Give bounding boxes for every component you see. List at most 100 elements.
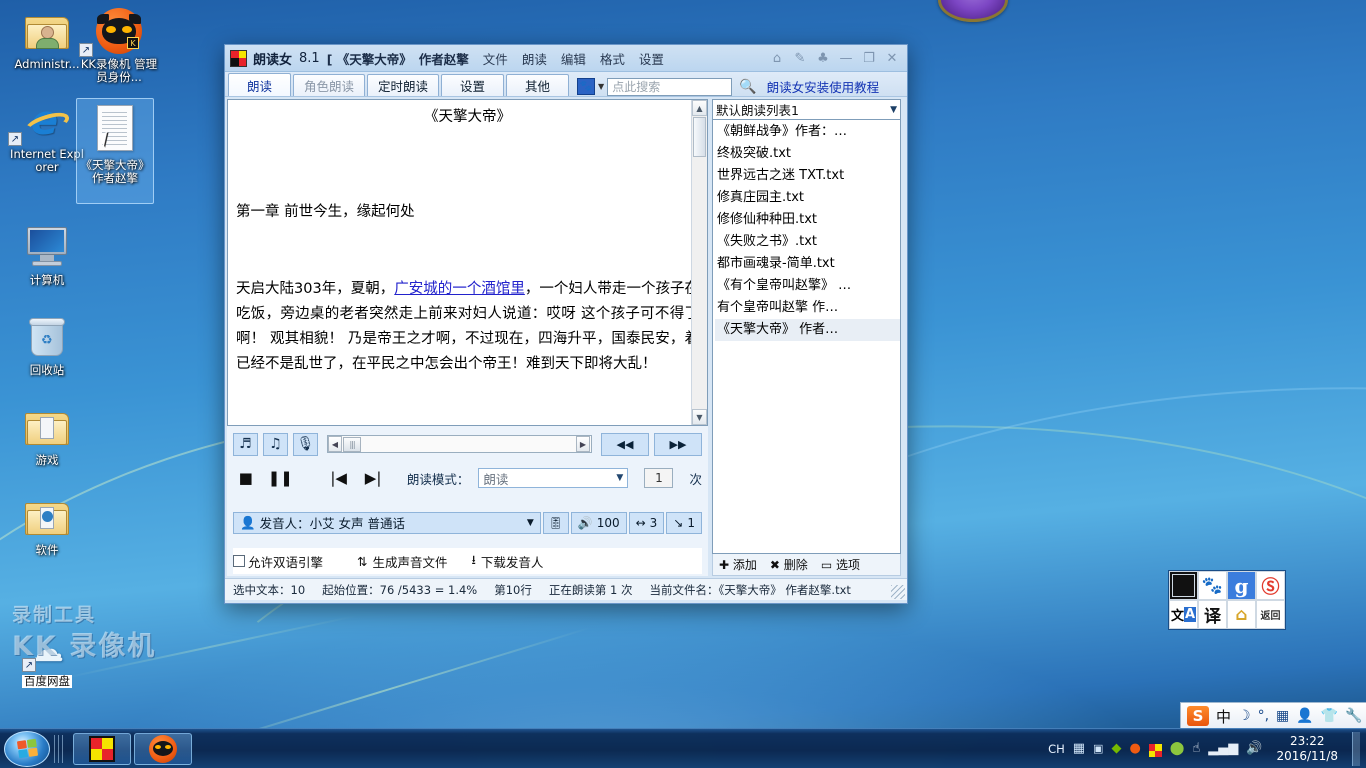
add-button[interactable]: ✚ 添加 xyxy=(719,556,757,573)
download-voice-button[interactable]: ⭳ 下载发音人 xyxy=(472,551,544,572)
tray-clipboard-icon[interactable]: ☝ xyxy=(1192,741,1200,756)
search-area[interactable]: 🐾 ▼ 点此搜索 🔍 朗读女安装使用教程 xyxy=(577,77,879,96)
menu-item-edit[interactable]: 编辑 xyxy=(561,49,586,68)
desktop-icon-baidu-netdisk[interactable]: ☁ ↗ 百度网盘 xyxy=(8,630,86,689)
list-item[interactable]: 终极突破.txt xyxy=(715,143,900,165)
moon-icon[interactable]: ☽ xyxy=(1238,708,1251,724)
list-item[interactable]: 修修仙种种田.txt xyxy=(715,209,900,231)
chevron-down-icon[interactable]: ▼ xyxy=(598,82,604,91)
read-mode-select[interactable]: 朗读 ▼ xyxy=(478,468,629,488)
tray-keyboard-icon[interactable]: ▦ xyxy=(1073,741,1085,756)
resize-grip[interactable] xyxy=(891,585,905,599)
music-file-button[interactable]: ♫ xyxy=(263,432,288,456)
list-item[interactable]: 都市画魂录-简单.txt xyxy=(715,253,900,275)
back-tile[interactable]: 返回 xyxy=(1256,600,1285,629)
desktop-icon-recycle-bin[interactable]: ♻ 回收站 xyxy=(8,312,86,377)
voice-select[interactable]: 👤 发音人：小艾 女声 普通话 ▼ xyxy=(233,511,541,534)
microphone-button[interactable]: 🎙 xyxy=(293,432,318,456)
pause-button[interactable]: ❚❚ xyxy=(267,466,293,490)
list-item[interactable]: 修真庄园主.txt xyxy=(715,187,900,209)
taskbar-kk-recorder[interactable] xyxy=(134,732,192,765)
volume-control[interactable]: 🔊 100 xyxy=(570,511,627,534)
langduwomen-window[interactable]: 朗读女 8.1 [ 《天擎大帝》 作者赵擎 文件 朗读 编辑 格式 设置 ⌂ ✎… xyxy=(224,44,908,604)
taskbar-langduwomen[interactable] xyxy=(73,732,131,765)
start-button[interactable] xyxy=(4,730,50,767)
pitch-control[interactable]: ↘ 1 xyxy=(666,511,702,534)
chevron-down-icon[interactable]: ▼ xyxy=(890,105,897,115)
tray-app-icon[interactable] xyxy=(1148,740,1162,758)
rewind-button[interactable]: ◀◀ xyxy=(601,432,649,456)
previous-button[interactable]: |◀ xyxy=(325,466,352,490)
tab-role-read[interactable]: 角色朗读 xyxy=(293,74,366,96)
tray-shield-icon[interactable]: ⬤ xyxy=(1170,741,1185,756)
playlist-actions[interactable]: ✚ 添加 ✖ 删除 ▭ 选项 xyxy=(712,554,901,576)
seek-right-arrow-icon[interactable]: ▶ xyxy=(576,436,590,452)
home-tile[interactable]: ⌂ xyxy=(1227,600,1256,629)
trash-icon[interactable]: ♣ xyxy=(816,51,830,66)
taskbar-grip[interactable] xyxy=(54,734,66,763)
desktop-icon-novel-txt[interactable]: 《天擎大帝》 作者赵擎 xyxy=(76,98,154,204)
voice-tuner-button[interactable]: 🎚 xyxy=(542,511,569,534)
ime-toolbar[interactable]: S 中 ☽ °, ▦ 👤 👕 🔧 xyxy=(1180,702,1366,730)
search-input[interactable]: 点此搜索 xyxy=(607,77,733,96)
scroll-thumb[interactable] xyxy=(693,117,706,157)
list-item[interactable]: 《失败之书》.txt xyxy=(715,231,900,253)
keyboard-icon[interactable]: ▦ xyxy=(1276,708,1289,724)
minimize-button[interactable]: — xyxy=(839,51,853,66)
delete-button[interactable]: ✖ 删除 xyxy=(770,556,808,573)
menu-item-format[interactable]: 格式 xyxy=(600,49,625,68)
music-note-button[interactable]: ♬ xyxy=(233,432,258,456)
scroll-down-arrow-icon[interactable]: ▼ xyxy=(692,409,707,425)
chevron-down-icon[interactable]: ▼ xyxy=(616,473,623,483)
desktop-icon-internet-explorer[interactable]: e ↗ Internet Explorer xyxy=(8,96,86,174)
baidu-paw-tile[interactable]: 🐾 xyxy=(1198,571,1227,600)
show-desktop-button[interactable] xyxy=(1352,731,1360,766)
fast-forward-button[interactable]: ▶▶ xyxy=(654,432,702,456)
window-titlebar[interactable]: 朗读女 8.1 [ 《天擎大帝》 作者赵擎 文件 朗读 编辑 格式 设置 ⌂ ✎… xyxy=(225,45,907,72)
scroll-up-arrow-icon[interactable]: ▲ xyxy=(692,100,707,116)
paw-icon[interactable]: 🐾 xyxy=(577,78,596,95)
search-icon[interactable]: 🔍 xyxy=(739,79,756,95)
tray-kk-icon[interactable]: ● xyxy=(1129,741,1140,756)
list-item[interactable]: 《朝鲜战争》作者：… xyxy=(715,121,900,143)
pin-icon[interactable]: ✎ xyxy=(793,51,807,66)
menu-item-file[interactable]: 文件 xyxy=(483,49,508,68)
speed-control[interactable]: ↔ 3 xyxy=(628,511,665,534)
system-tray[interactable]: CH ▦ ▣ ◆ ● ⬤ ☝ ▂▄▆ 🔊 23:22 2016/11/8 xyxy=(1048,731,1366,766)
sogou-tile[interactable]: Ⓢ xyxy=(1256,571,1285,600)
list-item-selected[interactable]: 《天擎大帝》 作者… xyxy=(715,319,900,341)
desktop-icon-games-folder[interactable]: 游戏 xyxy=(8,402,86,467)
floating-toolbar-widget[interactable]: 🐾 g Ⓢ 文A 译 ⌂ 返回 xyxy=(1168,570,1286,630)
maximize-button[interactable]: ❐ xyxy=(862,51,876,66)
tray-volume-icon[interactable]: 🔊 xyxy=(1246,741,1262,756)
toolbox-icon[interactable]: 🔧 xyxy=(1345,708,1362,724)
bilingual-engine-checkbox[interactable]: 允许双语引擎 xyxy=(233,552,323,571)
tray-expand-icon[interactable]: ▣ xyxy=(1093,742,1103,755)
punctuation-icon[interactable]: °, xyxy=(1258,708,1269,724)
desktop-icon-computer[interactable]: 计算机 xyxy=(8,222,86,287)
seek-slider[interactable]: ◀ ||| ▶ xyxy=(327,435,592,453)
tray-language-indicator[interactable]: CH xyxy=(1048,742,1065,756)
reader-vertical-scrollbar[interactable]: ▲ ▼ xyxy=(691,100,707,425)
list-item[interactable]: 有个皇帝叫赵擎 作… xyxy=(715,297,900,319)
repeat-count-input[interactable]: 1 xyxy=(644,468,674,488)
chevron-down-icon[interactable]: ▼ xyxy=(527,518,534,528)
app-logo-tile[interactable] xyxy=(1169,571,1198,600)
tab-strip[interactable]: 朗读 角色朗读 定时朗读 设置 其他 🐾 ▼ 点此搜索 🔍 朗读女安装使用教程 xyxy=(225,72,907,97)
yi-translate-tile[interactable]: 译 xyxy=(1198,600,1227,629)
desktop-icon-software-folder[interactable]: 软件 xyxy=(8,492,86,557)
desktop-icon-administrator[interactable]: Administr... xyxy=(8,6,86,71)
playlist-select[interactable]: 默认朗读列表1 ▼ xyxy=(712,99,901,120)
list-item[interactable]: 世界远古之迷 TXT.txt xyxy=(715,165,900,187)
stop-button[interactable]: ■ xyxy=(233,466,259,490)
skin-icon[interactable]: 👕 xyxy=(1321,708,1338,724)
desktop-icon-kk-recorder[interactable]: K ↗ KK录像机 管理员身份... xyxy=(79,6,158,84)
seek-left-arrow-icon[interactable]: ◀ xyxy=(328,436,342,452)
translate-tile[interactable]: 文A xyxy=(1169,600,1198,629)
tray-nvidia-icon[interactable]: ◆ xyxy=(1111,741,1121,756)
tab-read[interactable]: 朗读 xyxy=(228,73,291,96)
google-tile[interactable]: g xyxy=(1227,571,1256,600)
options-button[interactable]: ▭ 选项 xyxy=(821,556,860,573)
seek-thumb[interactable]: ||| xyxy=(343,436,361,452)
close-button[interactable]: ✕ xyxy=(885,51,899,66)
